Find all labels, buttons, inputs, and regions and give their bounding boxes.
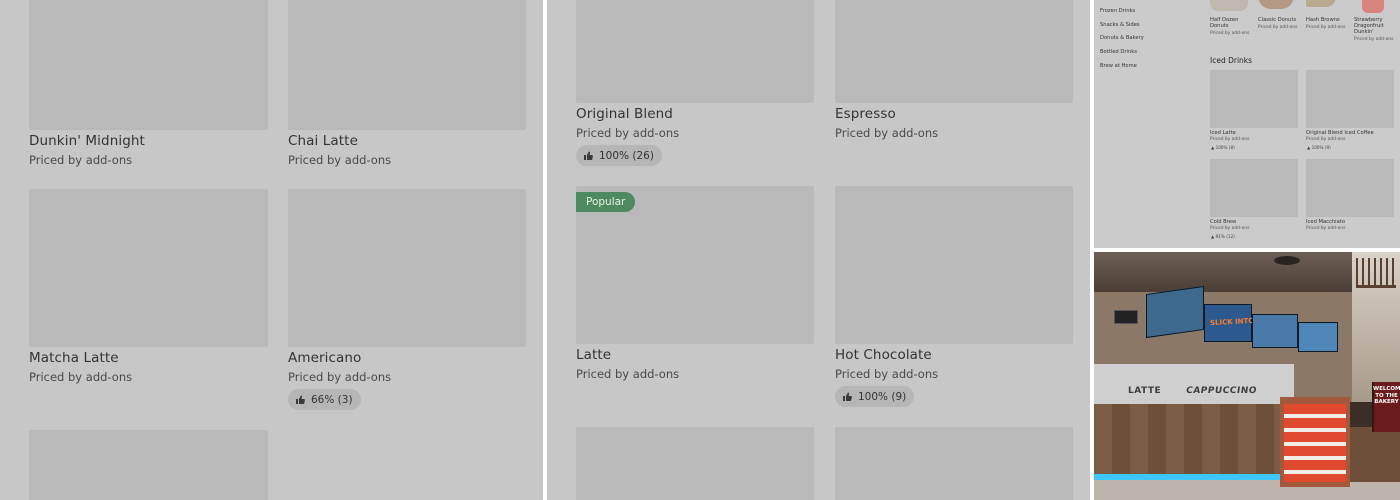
item-name[interactable]: Americano [288,350,361,366]
item-image-chai-latte[interactable] [288,0,526,130]
counter-sign-latte: LATTE [1128,386,1162,396]
item-price: Priced by add-ons [1306,25,1346,30]
store-photo: SLICK INTO LATTE CAPPUCCINO WELCOME TO T… [1094,252,1400,500]
menu-panel-overview: Frozen Drinks Snacks & Sides Donuts & Ba… [1094,0,1400,248]
item-name[interactable]: Cold Brew [1210,219,1236,225]
item-price: Priced by add-ons [1306,226,1346,231]
item-image-strawberry-dragonfruit[interactable] [1362,0,1384,13]
counter-wood [1094,404,1294,474]
rating-badge: 100% (26) [576,145,662,166]
rating-badge: ▲ 100% (9) [1307,145,1331,150]
railing [1356,258,1396,288]
item-image-iced-macchiato[interactable] [1306,159,1394,217]
counter-glass [1094,364,1294,404]
item-name[interactable]: Latte [576,347,611,363]
welcome-text: WELCOME TO THE BAKERY [1373,386,1400,405]
item-name[interactable]: Espresso [835,106,896,122]
thumbs-up-icon [296,395,305,404]
item-image-half-dozen[interactable] [1210,0,1248,11]
popular-badge: Popular [576,192,636,212]
item-name[interactable]: Classic Donuts [1258,17,1298,23]
item-price: Priced by add-ons [1306,137,1346,142]
rating-text: 100% (9) [858,390,907,403]
item-name[interactable]: Half Dozen Donuts [1210,17,1250,29]
item-price: Priced by add-ons [1210,31,1250,36]
item-image-espresso[interactable] [835,0,1073,103]
item-name[interactable]: Original Blend [576,106,673,122]
item-price: Priced by add-ons [1354,37,1394,42]
rating-text: 66% (3) [311,393,353,406]
item-name[interactable]: Matcha Latte [29,350,119,366]
item-price: Priced by add-ons [29,153,133,167]
item-price: Priced by add-ons [288,153,392,167]
item-name[interactable]: Strawberry Dragonfruit Dunkin' [1354,17,1396,35]
item-image-hot-chocolate[interactable] [835,186,1073,344]
rating-text: 100% (26) [599,149,654,162]
item-price: Priced by add-ons [576,367,680,381]
item-image-next[interactable] [576,427,814,500]
item-price: Priced by add-ons [835,126,939,140]
item-name[interactable]: Dunkin' Midnight [29,133,145,149]
ceiling-light [1274,256,1300,265]
rating-badge: 100% (9) [835,386,915,407]
item-image-original-blend-iced[interactable] [1306,70,1394,128]
display-products [1284,404,1346,482]
item-price: Priced by add-ons [288,370,392,384]
rating-badge: ▲ 91% (12) [1211,234,1235,239]
item-price: Priced by add-ons [1210,137,1250,142]
item-price: Priced by add-ons [835,367,939,381]
item-price: Priced by add-ons [576,126,680,140]
item-image-matcha-latte[interactable] [29,189,268,347]
item-price: Priced by add-ons [1210,226,1250,231]
menu-panel-middle: Original Blend Priced by add-ons 100% (2… [547,0,1090,500]
item-name[interactable]: Hash Browns [1306,17,1346,23]
menu-screen [1146,285,1204,339]
small-sign [1114,310,1138,324]
category-link-frozen-drinks[interactable]: Frozen Drinks [1100,8,1135,14]
item-price: Priced by add-ons [29,370,133,384]
item-price: Priced by add-ons [1258,25,1298,30]
item-image-dunkin-midnight[interactable] [29,0,268,130]
category-link-brew[interactable]: Brew at Home [1100,63,1137,69]
menu-screen [1298,322,1338,352]
counter-sign-cappuccino: CAPPUCCINO [1185,386,1258,396]
item-image-next[interactable] [835,427,1073,500]
category-link-donuts[interactable]: Donuts & Bakery [1100,35,1144,41]
thumbs-up-icon [584,151,593,160]
item-image-hash-browns[interactable] [1306,0,1336,7]
item-image-original-blend[interactable] [576,0,814,103]
item-image-iced-latte[interactable] [1210,70,1298,128]
category-link-snacks[interactable]: Snacks & Sides [1100,22,1140,28]
floor [1094,480,1400,500]
side-counter [1350,427,1400,482]
item-name[interactable]: Chai Latte [288,133,358,149]
item-name[interactable]: Original Blend Iced Coffee [1306,130,1374,136]
category-link-bottled[interactable]: Bottled Drinks [1100,49,1137,55]
menu-screen [1252,314,1298,348]
rating-badge: ▲ 100% (8) [1211,145,1235,150]
item-image-classic-donuts[interactable] [1258,0,1294,9]
thumbs-up-icon [843,392,852,401]
item-name[interactable]: Iced Latte [1210,130,1236,136]
section-title: Iced Drinks [1210,56,1253,65]
item-name[interactable]: Iced Macchiato [1306,219,1345,225]
menu-panel-left: Dunkin' Midnight Priced by add-ons Chai … [0,0,543,500]
item-image-cold-brew[interactable] [1210,159,1298,217]
item-image-next[interactable] [29,430,268,500]
item-image-americano[interactable] [288,189,526,347]
rating-badge: 66% (3) [288,389,361,410]
item-name[interactable]: Hot Chocolate [835,347,932,363]
